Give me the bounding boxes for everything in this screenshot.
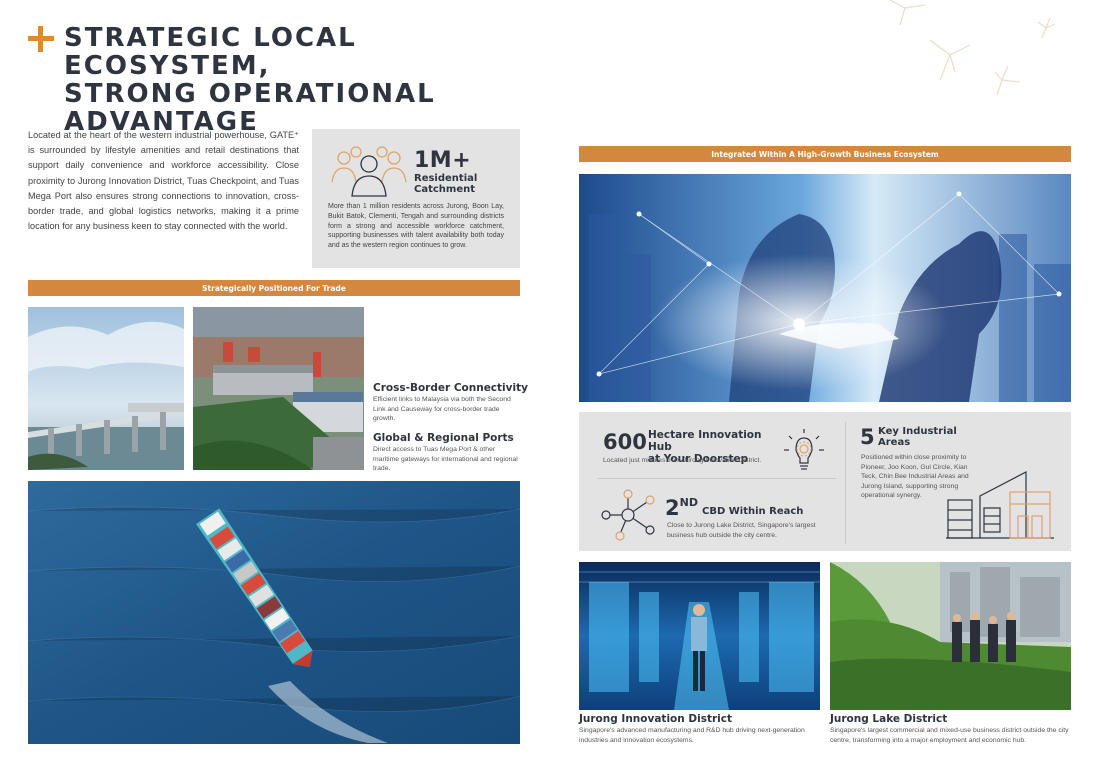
- port-photo: [193, 307, 364, 470]
- network-nodes-icon: [598, 488, 660, 542]
- page-title: STRATEGIC LOCAL ECOSYSTEM, STRONG OPERAT…: [64, 24, 534, 136]
- jld-title: Jurong Lake District: [830, 713, 948, 725]
- jld-text: Singapore's largest commercial and mixed…: [830, 727, 1069, 744]
- title-line-2: STRONG OPERATIONAL: [64, 79, 436, 109]
- cbd-value: 2ND: [665, 496, 698, 520]
- cbd-label: CBD Within Reach: [702, 506, 804, 517]
- industrial-label-line-2: Areas: [878, 437, 911, 448]
- lightbulb-gear-icon: [780, 426, 828, 474]
- cbd-value-number: 2: [665, 496, 680, 520]
- bridge-photo: [28, 307, 184, 470]
- industrial-label-line-1: Key Industrial: [878, 426, 957, 437]
- title-line-1: STRATEGIC LOCAL ECOSYSTEM,: [64, 23, 357, 81]
- industrial-value: 5: [860, 425, 875, 449]
- decorative-plus-pattern: [860, 0, 1100, 110]
- intro-paragraph: Located at the heart of the western indu…: [28, 130, 299, 232]
- stats-divider-horizontal: [598, 478, 836, 479]
- jid-title: Jurong Innovation District: [579, 713, 732, 725]
- jurong-innovation-district-photo: [579, 562, 820, 710]
- ports-text: Direct access to Tuas Mega Port & other …: [373, 446, 518, 472]
- catchment-text: More than 1 million residents across Jur…: [328, 203, 504, 250]
- cross-border-text: Efficient links to Malaysia via both the…: [373, 396, 511, 422]
- people-group-icon: [330, 146, 408, 198]
- jid-text: Singapore's advanced manufacturing and R…: [579, 727, 805, 744]
- industrial-buildings-icon: [946, 470, 1054, 540]
- hub-text: Located just minutes from Jurong Innovat…: [603, 457, 762, 464]
- hub-label-line-1: Hectare Innovation Hub: [648, 429, 762, 453]
- title-plus-icon: [28, 26, 54, 52]
- catchment-label: Residential Catchment: [414, 173, 514, 195]
- cross-border-title: Cross-Border Connectivity: [373, 382, 528, 394]
- container-ship-photo: [28, 481, 520, 744]
- cbd-value-superscript: ND: [679, 496, 698, 509]
- ports-title: Global & Regional Ports: [373, 432, 514, 444]
- catchment-value: 1M+: [414, 148, 472, 173]
- industrial-label: Key Industrial Areas: [878, 426, 968, 448]
- trade-section-bar: Strategically Positioned For Trade: [28, 280, 520, 296]
- hub-value: 600: [603, 430, 647, 454]
- cbd-text: Close to Jurong Lake District, Singapore…: [667, 522, 816, 539]
- jurong-lake-district-photo: [830, 562, 1071, 710]
- catchment-label-line-1: Residential: [414, 173, 478, 184]
- ecosystem-section-bar: Integrated Within A High-Growth Business…: [579, 146, 1071, 162]
- catchment-label-line-2: Catchment: [414, 184, 476, 195]
- stats-divider-vertical: [845, 422, 846, 544]
- business-handshake-photo: [579, 174, 1071, 402]
